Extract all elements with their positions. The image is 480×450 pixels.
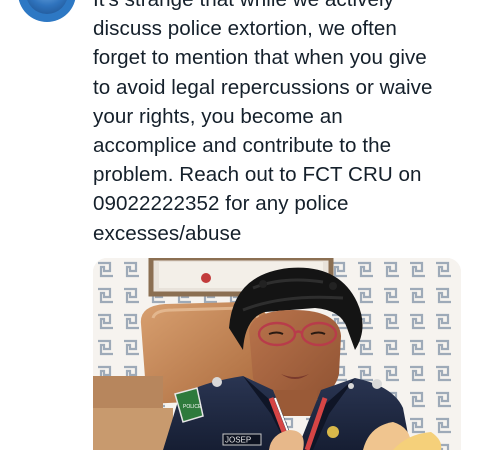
shoulder-badge-text: POLICE — [183, 404, 202, 410]
name-tag-text: JOSEP — [225, 436, 251, 445]
tweet-text-line: problem. Reach out to FCT CRU on — [93, 163, 422, 187]
tweet-text-line: your rights, you become an — [93, 104, 343, 128]
tweet-text-line: excesses/abuse — [93, 221, 242, 245]
avatar[interactable] — [18, 0, 76, 22]
tweet-text: It's strange that while we actively disc… — [93, 0, 465, 248]
tweet-text-line: to avoid legal repercussions or waive — [93, 75, 433, 99]
tweet-photo[interactable]: POLICE JOSEP — [93, 258, 461, 450]
avatar-image — [26, 0, 68, 14]
tweet-text-line: 09022222352 for any police — [93, 192, 349, 216]
tweet-text-line: It's strange that while we actively — [93, 0, 465, 14]
tweet-text-line: discuss police extortion, we often — [93, 17, 397, 41]
tweet-text-line: accomplice and contribute to the — [93, 134, 392, 158]
tweet: It's strange that while we actively disc… — [0, 0, 480, 450]
tweet-text-line: forget to mention that when you give — [93, 46, 427, 70]
tweet-photo-illustration: POLICE JOSEP — [93, 258, 461, 450]
